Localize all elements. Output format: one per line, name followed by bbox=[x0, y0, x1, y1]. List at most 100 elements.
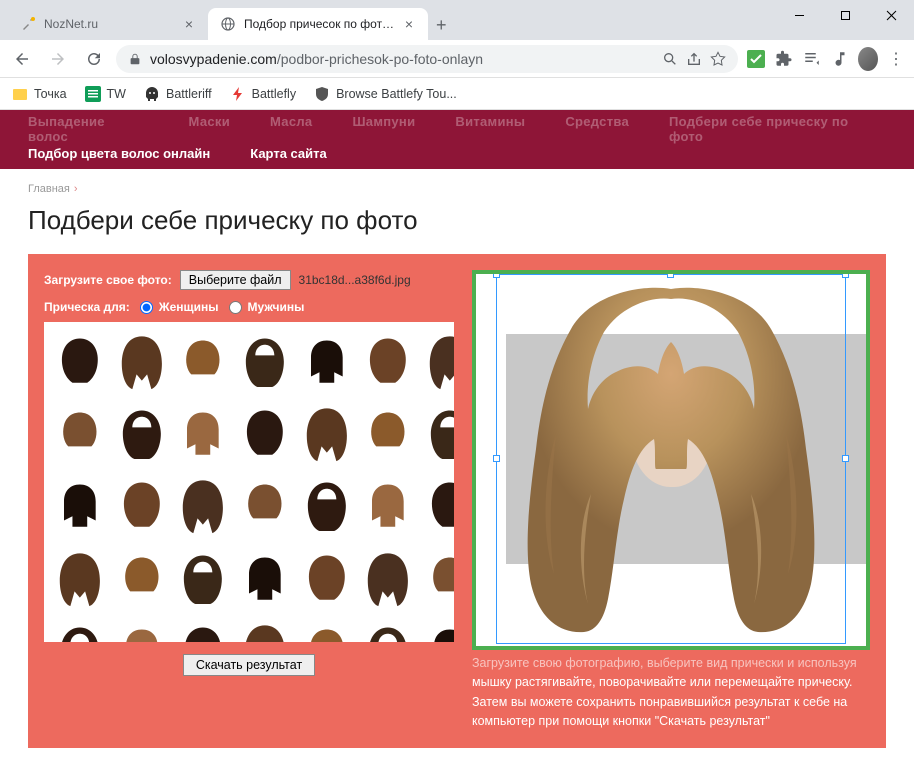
nav-link[interactable]: Масла bbox=[270, 114, 312, 144]
hair-overlay[interactable] bbox=[496, 274, 846, 644]
radio-female[interactable] bbox=[140, 301, 153, 314]
window-controls bbox=[776, 0, 914, 30]
address-bar[interactable]: volosvypadenie.com/podbor-prichesok-po-f… bbox=[116, 45, 738, 73]
close-icon[interactable]: × bbox=[402, 17, 416, 31]
hair-thumb[interactable] bbox=[360, 330, 416, 396]
hair-thumb[interactable] bbox=[114, 619, 170, 642]
hair-thumb[interactable] bbox=[299, 474, 355, 540]
download-button[interactable]: Скачать результат bbox=[183, 654, 315, 676]
hair-thumb[interactable] bbox=[422, 619, 454, 642]
tab-title: NozNet.ru bbox=[44, 17, 174, 31]
reading-list-icon[interactable] bbox=[802, 49, 822, 69]
hairstyle-grid[interactable] bbox=[44, 322, 454, 642]
bookmark-battlefy[interactable]: Browse Battlefy Tou... bbox=[314, 86, 457, 102]
preview-canvas[interactable] bbox=[472, 270, 870, 650]
hair-thumb[interactable] bbox=[422, 330, 454, 396]
hair-thumb[interactable] bbox=[52, 402, 108, 468]
new-tab-button[interactable]: + bbox=[428, 11, 455, 40]
hair-thumb[interactable] bbox=[175, 547, 231, 613]
nav-link[interactable]: Подбери себе прическу по фото bbox=[669, 114, 886, 144]
skull-icon bbox=[144, 86, 160, 102]
hair-thumb[interactable] bbox=[175, 330, 231, 396]
radio-male[interactable] bbox=[229, 301, 242, 314]
hair-thumb[interactable] bbox=[237, 547, 293, 613]
bookmark-tochka[interactable]: Точка bbox=[12, 86, 67, 102]
nav-link[interactable]: Шампуни bbox=[352, 114, 415, 144]
hair-thumb[interactable] bbox=[422, 402, 454, 468]
maximize-button[interactable] bbox=[822, 0, 868, 30]
lightning-icon bbox=[230, 86, 246, 102]
hair-thumb[interactable] bbox=[52, 619, 108, 642]
reload-button[interactable] bbox=[80, 45, 108, 73]
hair-thumb[interactable] bbox=[114, 330, 170, 396]
wrench-screwdriver-icon bbox=[20, 16, 36, 32]
hair-thumb[interactable] bbox=[299, 619, 355, 642]
globe-icon bbox=[220, 16, 236, 32]
close-icon[interactable]: × bbox=[182, 17, 196, 31]
upload-label: Загрузите свое фото: bbox=[44, 273, 172, 287]
label-female[interactable]: Женщины bbox=[159, 300, 219, 314]
nav-link[interactable]: Маски bbox=[189, 114, 230, 144]
extension-music-icon[interactable] bbox=[830, 49, 850, 69]
selected-filename: 31bc18d...a38f6d.jpg bbox=[299, 273, 411, 287]
puzzle-icon[interactable] bbox=[774, 49, 794, 69]
nav-link[interactable]: Средства bbox=[565, 114, 629, 144]
hair-thumb[interactable] bbox=[237, 402, 293, 468]
hair-thumb[interactable] bbox=[114, 547, 170, 613]
bookmark-tw[interactable]: TW bbox=[85, 86, 126, 102]
url-text: volosvypadenie.com/podbor-prichesok-po-f… bbox=[150, 51, 654, 67]
hair-thumb[interactable] bbox=[299, 547, 355, 613]
bookmarks-bar: Точка TW Battleriff Battlefly Browse Bat… bbox=[0, 78, 914, 110]
hair-thumb[interactable] bbox=[360, 547, 416, 613]
tab-noznet[interactable]: NozNet.ru × bbox=[8, 8, 208, 40]
hair-thumb[interactable] bbox=[237, 330, 293, 396]
back-button[interactable] bbox=[8, 45, 36, 73]
bookmark-battleriff[interactable]: Battleriff bbox=[144, 86, 212, 102]
tab-hairstyle[interactable]: Подбор причесок по фото онла × bbox=[208, 8, 428, 40]
site-nav: Выпадение волос Маски Масла Шампуни Вита… bbox=[0, 110, 914, 169]
hair-thumb[interactable] bbox=[237, 619, 293, 642]
nav-link[interactable]: Карта сайта bbox=[250, 146, 327, 161]
hair-thumb[interactable] bbox=[114, 402, 170, 468]
hair-thumb[interactable] bbox=[114, 474, 170, 540]
close-window-button[interactable] bbox=[868, 0, 914, 30]
hair-thumb[interactable] bbox=[52, 330, 108, 396]
tab-title: Подбор причесок по фото онла bbox=[244, 17, 394, 31]
app-container: Загрузите свое фото: Выберите файл 31bc1… bbox=[28, 254, 886, 748]
hair-thumb[interactable] bbox=[175, 474, 231, 540]
hair-thumb[interactable] bbox=[237, 474, 293, 540]
nav-link[interactable]: Выпадение волос bbox=[28, 114, 149, 144]
nav-link[interactable]: Витамины bbox=[455, 114, 525, 144]
choose-file-button[interactable]: Выберите файл bbox=[180, 270, 291, 290]
extension-check-icon[interactable] bbox=[746, 49, 766, 69]
breadcrumb-home[interactable]: Главная bbox=[28, 183, 70, 195]
chevron-right-icon: › bbox=[74, 183, 78, 195]
avatar[interactable] bbox=[858, 49, 878, 69]
hair-thumb[interactable] bbox=[360, 402, 416, 468]
nav-link[interactable]: Подбор цвета волос онлайн bbox=[28, 146, 210, 161]
browser-titlebar: NozNet.ru × Подбор причесок по фото онла… bbox=[0, 0, 914, 40]
hair-thumb[interactable] bbox=[299, 330, 355, 396]
hair-thumb[interactable] bbox=[52, 547, 108, 613]
hair-thumb[interactable] bbox=[175, 619, 231, 642]
forward-button[interactable] bbox=[44, 45, 72, 73]
menu-button[interactable]: ⋮ bbox=[886, 49, 906, 69]
label-male[interactable]: Мужчины bbox=[248, 300, 305, 314]
right-panel: Загрузите свою фотографию, выберите вид … bbox=[472, 270, 870, 732]
hair-thumb[interactable] bbox=[52, 474, 108, 540]
shield-icon bbox=[314, 86, 330, 102]
share-icon[interactable] bbox=[686, 51, 702, 67]
hair-thumb[interactable] bbox=[360, 619, 416, 642]
star-icon[interactable] bbox=[710, 51, 726, 67]
bookmark-battlefly[interactable]: Battlefly bbox=[230, 86, 296, 102]
search-icon[interactable] bbox=[662, 51, 678, 67]
hair-thumb[interactable] bbox=[422, 547, 454, 613]
minimize-button[interactable] bbox=[776, 0, 822, 30]
page-content[interactable]: Выпадение волос Маски Масла Шампуни Вита… bbox=[0, 110, 914, 774]
hair-thumb[interactable] bbox=[299, 402, 355, 468]
lock-icon bbox=[128, 52, 142, 66]
hair-thumb[interactable] bbox=[360, 474, 416, 540]
hair-thumb[interactable] bbox=[422, 474, 454, 540]
breadcrumb: Главная › bbox=[28, 183, 886, 195]
hair-thumb[interactable] bbox=[175, 402, 231, 468]
